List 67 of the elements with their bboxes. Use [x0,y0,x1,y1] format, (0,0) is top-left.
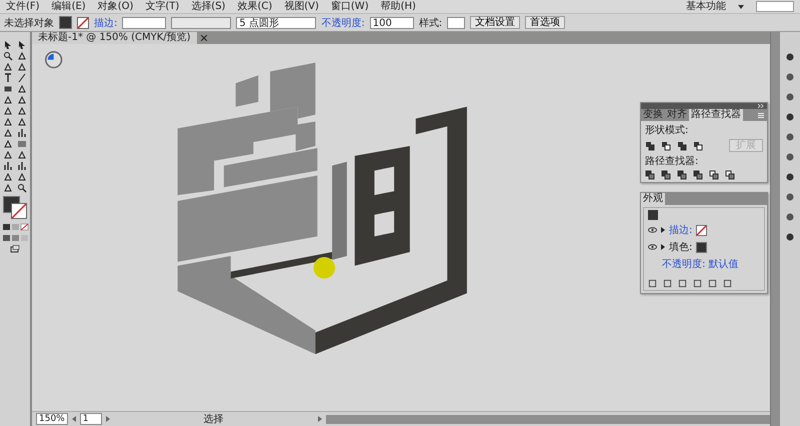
appearance-row-label[interactable]: 填色: [669,240,692,254]
toolbar-button[interactable]: 首选项 [525,16,566,29]
zoom-field[interactable]: 150% [36,413,68,425]
rect-tool-icon[interactable] [3,84,13,94]
line-tool-icon[interactable] [17,73,27,83]
menu-item[interactable]: 文字(T) [145,2,180,12]
menu-item[interactable]: 对象(O) [98,2,134,12]
vertical-scrollbar[interactable] [770,32,780,426]
fill-stroke-drawing[interactable] [2,196,28,220]
zoom-tool-icon[interactable] [3,51,13,61]
eye-icon[interactable] [648,244,657,250]
chart-tool-icon[interactable] [3,161,13,171]
search-field[interactable] [756,1,794,12]
zoom-tool-icon[interactable] [17,183,27,193]
draw-mode-icon[interactable] [2,234,28,242]
stroke-weight-field[interactable] [122,16,166,28]
menu-item[interactable]: 文件(F) [6,2,40,12]
fill-swatch[interactable] [696,242,708,252]
caret-icon[interactable] [738,4,744,8]
menu-item[interactable]: 视图(V) [284,2,319,12]
fill-swatch[interactable] [59,16,72,29]
path-swatch [648,210,658,220]
selection-label: 未选择对象 [4,16,54,30]
menu-item[interactable]: 窗口(W) [330,2,369,12]
menu-item[interactable]: 帮助(H) [380,2,416,12]
stroke-label: 描边: [94,16,118,30]
chart-tool-icon[interactable] [17,161,27,171]
expand-triangle-icon[interactable] [661,244,665,250]
style-dropdown[interactable] [447,16,466,28]
brush-dropdown[interactable]: 5 点圆形 [236,16,316,28]
close-icon[interactable] [200,35,207,41]
screen-mode-icon[interactable] [10,245,20,253]
current-tool-label: 选择 [204,412,224,426]
triangle-left-icon[interactable] [72,416,76,422]
appearance-row-label[interactable]: 描边: [669,223,692,237]
menu-item[interactable]: 选择(S) [191,2,226,12]
type-tool-icon[interactable] [3,73,13,83]
artboard-navigator-icon[interactable] [45,51,62,68]
stroke-none-swatch[interactable] [77,16,89,28]
panel-title[interactable]: 外观 [641,193,665,205]
workspace-switcher[interactable]: 基本功能 [686,2,726,12]
variable-width-field[interactable] [171,16,232,28]
color-mode-icon[interactable] [2,223,28,231]
horizontal-scrollbar[interactable] [326,414,770,424]
menu-item[interactable]: 编辑(E) [52,2,86,12]
style-label: 样式: [418,16,442,30]
toolbar-button[interactable]: 文档设置 [470,16,520,29]
collapse-icon[interactable] [758,104,764,108]
section-label: 路径查找器: [645,154,700,168]
artboard-field[interactable]: 1 [80,413,102,425]
chart-tool-icon[interactable] [17,128,27,138]
panel-menu-icon[interactable] [758,113,764,118]
triangle-right-icon[interactable] [106,416,110,422]
menu-item[interactable]: 效果(C) [237,2,272,12]
section-label: 形状模式: [645,124,690,137]
document-tab[interactable]: 未标题-1* @ 150% (CMYK/预览) [32,32,197,44]
stroke-none-swatch[interactable] [696,224,708,236]
expand-triangle-icon[interactable] [661,227,665,233]
opacity-link[interactable]: 不透明度: 默认值 [662,257,739,271]
panel-tab[interactable]: 对齐 [665,109,689,121]
panel-tab[interactable]: 变换 [641,109,665,121]
opacity-label: 不透明度: [321,16,365,30]
triangle-right-icon[interactable] [318,416,322,422]
opacity-field[interactable]: 100 [370,16,414,28]
panel-tab[interactable]: 路径查找器 [689,109,743,121]
eye-icon[interactable] [648,227,657,233]
cursor-highlight [313,256,336,279]
